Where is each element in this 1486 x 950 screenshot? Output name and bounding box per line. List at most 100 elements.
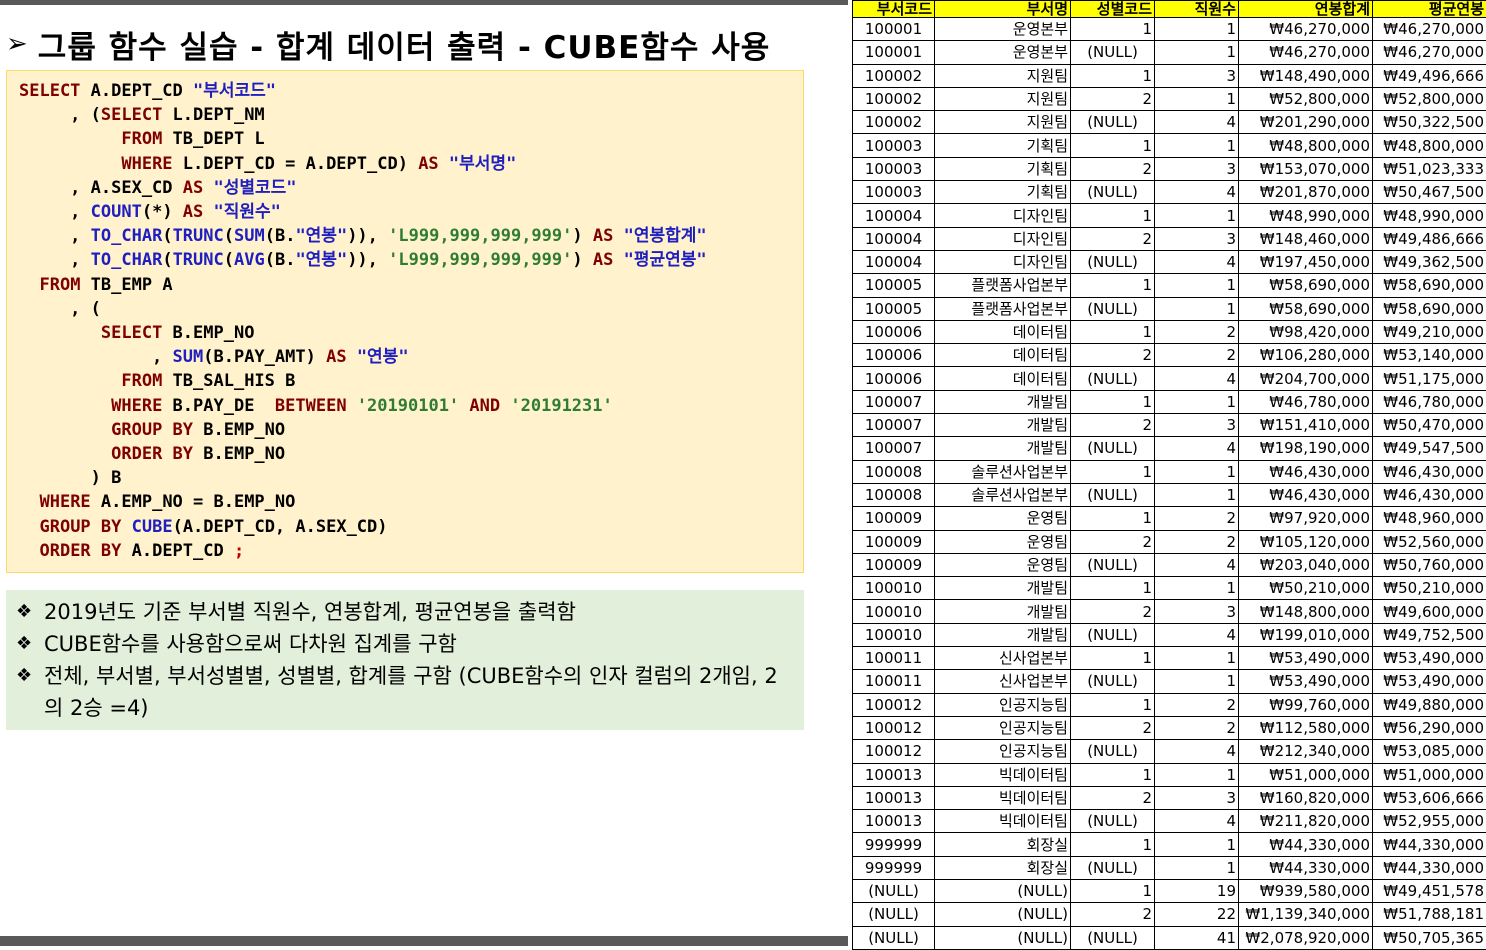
cell-salary-average: ₩50,322,500: [1373, 111, 1486, 134]
code-alias: "연봉": [295, 226, 347, 246]
table-row: 100005플랫폼사업본부(NULL)1₩58,690,000₩58,690,0…: [853, 297, 1486, 320]
cell-salary-average: ₩52,800,000: [1373, 87, 1486, 110]
code-line: FROM TB_SAL_HIS B: [19, 369, 295, 393]
cell-dept-code: 100007: [853, 390, 935, 413]
code-function: TRUNC: [173, 250, 224, 270]
cell-dept-code: (NULL): [853, 879, 935, 902]
cell-salary-average: ₩58,690,000: [1373, 297, 1486, 320]
cell-dept-code: 100010: [853, 600, 935, 623]
code-line: , A.SEX_CD AS "성별코드": [19, 176, 297, 200]
cell-dept-code: 100007: [853, 414, 935, 437]
code-keyword: ORDER BY: [39, 541, 121, 561]
table-header-row: 부서코드 부서명 성별코드 직원수 연봉합계 평균연봉: [853, 1, 1486, 18]
table-row: 999999회장실(NULL)1₩44,330,000₩44,330,000: [853, 856, 1486, 879]
cell-dept-name: 신사업본부: [935, 647, 1071, 670]
cell-dept-name: 회장실: [935, 856, 1071, 879]
table-row: 100004디자인팀11₩48,990,000₩48,990,000: [853, 204, 1486, 227]
cell-sex-code: (NULL): [1071, 111, 1155, 134]
cell-employee-count: 4: [1155, 181, 1239, 204]
note-item: ❖ 전체, 부서별, 부서성별별, 성별별, 합계를 구함 (CUBE함수의 인…: [14, 660, 796, 724]
cell-sex-code: 1: [1071, 390, 1155, 413]
cell-salary-total: ₩201,870,000: [1239, 181, 1373, 204]
cell-dept-name: 솔루션사업본부: [935, 460, 1071, 483]
cell-sex-code: 2: [1071, 600, 1155, 623]
code-keyword: AS: [418, 154, 438, 174]
cell-sex-code: (NULL): [1071, 623, 1155, 646]
table-row: 100004디자인팀(NULL)4₩197,450,000₩49,362,500: [853, 250, 1486, 273]
table-row: 100010개발팀23₩148,800,000₩49,600,000: [853, 600, 1486, 623]
cell-sex-code: 1: [1071, 833, 1155, 856]
code-alias: "연봉합계": [624, 226, 707, 246]
code-line: GROUP BY CUBE(A.DEPT_CD, A.SEX_CD): [19, 515, 388, 539]
cell-dept-code: 100008: [853, 483, 935, 506]
cell-salary-total: ₩151,410,000: [1239, 414, 1373, 437]
result-table: 부서코드 부서명 성별코드 직원수 연봉합계 평균연봉 100001운영본부11…: [852, 0, 1486, 950]
code-line: , TO_CHAR(TRUNC(SUM(B."연봉")), 'L999,999,…: [19, 224, 707, 248]
cell-sex-code: (NULL): [1071, 553, 1155, 576]
code-alias: "부서명": [449, 154, 516, 174]
code-function: COUNT: [91, 202, 142, 222]
cell-employee-count: 1: [1155, 856, 1239, 879]
code-alias: "연봉": [295, 250, 347, 270]
cell-dept-name: 개발팀: [935, 600, 1071, 623]
title-bullet-icon: ➢: [6, 29, 28, 59]
code-line: FROM TB_DEPT L: [19, 127, 265, 151]
cell-salary-total: ₩46,430,000: [1239, 460, 1373, 483]
table-row: 100013빅데이터팀(NULL)4₩211,820,000₩52,955,00…: [853, 810, 1486, 833]
column-header-dept-name: 부서명: [935, 1, 1071, 18]
code-line: ) B: [19, 466, 121, 490]
table-row: 100012인공지능팀12₩99,760,000₩49,880,000: [853, 693, 1486, 716]
cell-employee-count: 3: [1155, 64, 1239, 87]
cell-salary-total: ₩203,040,000: [1239, 553, 1373, 576]
cell-salary-average: ₩46,780,000: [1373, 390, 1486, 413]
cell-salary-average: ₩49,880,000: [1373, 693, 1486, 716]
cell-sex-code: (NULL): [1071, 670, 1155, 693]
cell-salary-total: ₩148,800,000: [1239, 600, 1373, 623]
cell-employee-count: 1: [1155, 647, 1239, 670]
cell-salary-average: ₩48,800,000: [1373, 134, 1486, 157]
code-keyword: FROM: [39, 275, 80, 295]
table-row: 100004디자인팀23₩148,460,000₩49,486,666: [853, 227, 1486, 250]
cell-employee-count: 2: [1155, 530, 1239, 553]
cell-salary-total: ₩53,490,000: [1239, 647, 1373, 670]
column-header-salary-average: 평균연봉: [1373, 1, 1486, 18]
cell-salary-total: ₩46,780,000: [1239, 390, 1373, 413]
note-text: 전체, 부서별, 부서성별별, 성별별, 합계를 구함 (CUBE함수의 인자 …: [44, 664, 778, 720]
code-line: SELECT A.DEPT_CD "부서코드": [19, 79, 276, 103]
title-text: 그룹 함수 실습 - 합계 데이터 출력 - CUBE함수 사용: [38, 22, 770, 67]
cell-salary-total: ₩53,490,000: [1239, 670, 1373, 693]
cell-employee-count: 4: [1155, 810, 1239, 833]
cell-dept-code: 100004: [853, 227, 935, 250]
code-token: [19, 396, 111, 416]
cell-dept-name: 데이터팀: [935, 320, 1071, 343]
code-token: [203, 178, 213, 198]
table-row: 100006데이터팀(NULL)4₩204,700,000₩51,175,000: [853, 367, 1486, 390]
code-function: SUM: [234, 226, 265, 246]
code-token: ): [572, 226, 592, 246]
cell-salary-average: ₩53,490,000: [1373, 647, 1486, 670]
cell-sex-code: (NULL): [1071, 367, 1155, 390]
cell-dept-code: 100013: [853, 810, 935, 833]
cell-dept-code: 100006: [853, 367, 935, 390]
code-alias: "부서코드": [193, 81, 276, 101]
cell-salary-average: ₩49,547,500: [1373, 437, 1486, 460]
cell-dept-name: 디자인팀: [935, 204, 1071, 227]
cell-salary-total: ₩52,800,000: [1239, 87, 1373, 110]
code-alias: "직원수": [214, 202, 281, 222]
code-token: , A.SEX_CD: [19, 178, 183, 198]
code-keyword: AS: [593, 250, 613, 270]
cell-sex-code: 2: [1071, 786, 1155, 809]
cell-sex-code: 2: [1071, 716, 1155, 739]
cell-employee-count: 3: [1155, 600, 1239, 623]
cell-dept-name: 회장실: [935, 833, 1071, 856]
code-function: TO_CHAR: [91, 250, 163, 270]
cell-sex-code: 1: [1071, 693, 1155, 716]
cell-dept-name: 인공지능팀: [935, 693, 1071, 716]
code-token: L.DEPT_CD = A.DEPT_CD): [173, 154, 419, 174]
cell-dept-name: 운영팀: [935, 553, 1071, 576]
cell-dept-name: 신사업본부: [935, 670, 1071, 693]
cell-dept-code: 100001: [853, 18, 935, 41]
code-function: CUBE: [132, 517, 173, 537]
cell-dept-code: 999999: [853, 856, 935, 879]
cell-salary-total: ₩51,000,000: [1239, 763, 1373, 786]
